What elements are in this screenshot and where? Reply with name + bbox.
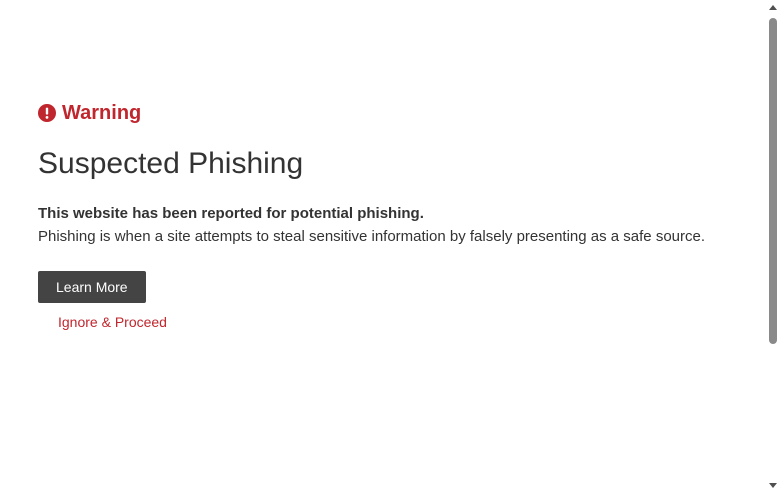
warning-subtitle: This website has been reported for poten…: [38, 205, 424, 222]
phishing-warning-page: Warning Suspected Phishing This website …: [0, 0, 780, 493]
warning-content: Warning Suspected Phishing This website …: [38, 100, 738, 331]
page-title: Suspected Phishing: [38, 147, 304, 180]
vertical-scrollbar[interactable]: [766, 0, 780, 493]
warning-label: Warning: [62, 102, 142, 124]
scroll-up-arrow-icon[interactable]: [769, 5, 777, 10]
scroll-down-arrow-icon[interactable]: [769, 483, 777, 488]
learn-more-button[interactable]: Learn More: [38, 271, 146, 303]
warning-header: Warning: [38, 100, 738, 126]
ignore-and-proceed-link[interactable]: Ignore & Proceed: [58, 313, 738, 331]
scrollbar-thumb[interactable]: [769, 18, 777, 344]
exclamation-circle-icon: [38, 104, 56, 122]
warning-description: Phishing is when a site attempts to stea…: [38, 228, 706, 245]
